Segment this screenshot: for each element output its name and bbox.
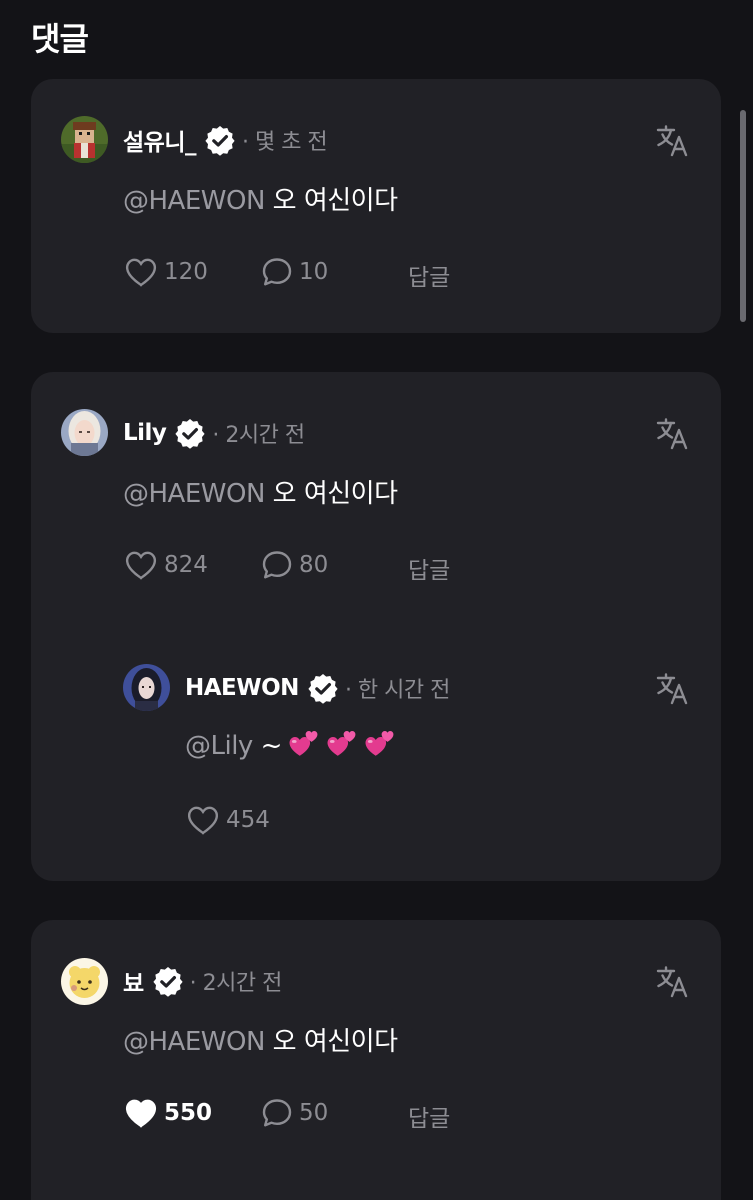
like-count: 550 xyxy=(164,1100,213,1126)
like-count: 824 xyxy=(164,552,208,578)
speech-bubble-icon xyxy=(262,258,292,286)
heart-icon xyxy=(125,258,157,287)
verified-badge-icon xyxy=(151,965,184,997)
like-button[interactable]: 824 xyxy=(124,545,208,585)
comment-body: @HAEWON 오 여신이다 xyxy=(123,180,398,217)
speech-bubble-icon xyxy=(262,551,292,579)
reply-button[interactable]: 답글 xyxy=(408,1099,450,1133)
verified-badge-icon xyxy=(174,417,207,449)
like-button[interactable]: 120 xyxy=(124,252,208,292)
comment-body: @HAEWON 오 여신이다 xyxy=(123,473,398,510)
reply-count: 50 xyxy=(299,1100,329,1126)
timestamp: · 몇 초 전 xyxy=(241,130,328,155)
comment-card: 뵤 · 2시간 전 @HAEWON 오 여신이다 550 50 답글 xyxy=(31,920,721,1200)
comment-header: Lily · 2시간 전 xyxy=(123,413,305,453)
mention-link[interactable]: @HAEWON xyxy=(123,186,265,216)
comment-header: 뵤 · 2시간 전 xyxy=(123,961,282,1001)
username[interactable]: 뵤 xyxy=(123,964,144,998)
comment-card: Lily · 2시간 전 @HAEWON 오 여신이다 824 80 답글 HA… xyxy=(31,372,721,881)
heart-icon xyxy=(125,551,157,580)
reply-button[interactable]: 답글 xyxy=(408,258,450,292)
avatar[interactable] xyxy=(61,958,108,1005)
reply-button[interactable]: 답글 xyxy=(408,551,450,585)
timestamp: · 한 시간 전 xyxy=(344,678,450,703)
translate-icon[interactable] xyxy=(655,964,689,998)
reply-count-button[interactable]: 50 xyxy=(261,1093,328,1133)
reply-avatar[interactable] xyxy=(123,664,170,711)
username[interactable]: Lily xyxy=(123,420,167,446)
translate-icon[interactable] xyxy=(655,416,689,450)
two-hearts-emoji xyxy=(362,728,396,767)
scrollbar[interactable] xyxy=(740,110,746,322)
translate-icon[interactable] xyxy=(655,123,689,157)
mention-link[interactable]: @HAEWON xyxy=(123,479,265,509)
mention-link[interactable]: @Lily xyxy=(185,731,253,761)
speech-bubble-icon xyxy=(262,1099,292,1127)
two-hearts-emoji xyxy=(324,728,358,767)
comment-header: 설유니_ · 몇 초 전 xyxy=(123,120,328,160)
mention-link[interactable]: @HAEWON xyxy=(123,1027,265,1057)
reply-text: ~ xyxy=(252,731,283,761)
avatar[interactable] xyxy=(61,116,108,163)
reply-header: HAEWON · 한 시간 전 xyxy=(185,668,450,708)
heart-icon xyxy=(187,806,219,835)
like-button[interactable]: 550 xyxy=(124,1093,212,1133)
reply-count: 80 xyxy=(299,552,329,578)
comments-page: 댓글 설유니_ · 몇 초 전 @HAEWON 오 여신이다 120 10 답글… xyxy=(0,0,753,1200)
comment-text: 오 여신이다 xyxy=(264,479,398,509)
comment-card: 설유니_ · 몇 초 전 @HAEWON 오 여신이다 120 10 답글 xyxy=(31,79,721,333)
reply-count: 10 xyxy=(299,259,329,285)
reply-count-button[interactable]: 10 xyxy=(261,252,328,292)
verified-badge-icon xyxy=(203,124,236,156)
like-count: 454 xyxy=(226,807,270,833)
timestamp: · 2시간 전 xyxy=(189,971,283,996)
verified-badge-icon xyxy=(306,672,339,704)
two-hearts-emoji xyxy=(286,728,320,767)
comment-text: 오 여신이다 xyxy=(264,186,398,216)
heart-filled-icon xyxy=(125,1099,157,1128)
reply-body: @Lily ~ xyxy=(185,728,396,767)
like-button[interactable]: 454 xyxy=(186,800,270,840)
username[interactable]: 설유니_ xyxy=(123,123,196,157)
avatar[interactable] xyxy=(61,409,108,456)
like-count: 120 xyxy=(164,259,208,285)
username[interactable]: HAEWON xyxy=(185,675,299,701)
page-title: 댓글 xyxy=(31,20,89,58)
comment-text: 오 여신이다 xyxy=(264,1027,398,1057)
reply-count-button[interactable]: 80 xyxy=(261,545,328,585)
translate-icon[interactable] xyxy=(655,671,689,705)
timestamp: · 2시간 전 xyxy=(212,423,305,448)
comment-body: @HAEWON 오 여신이다 xyxy=(123,1021,398,1058)
